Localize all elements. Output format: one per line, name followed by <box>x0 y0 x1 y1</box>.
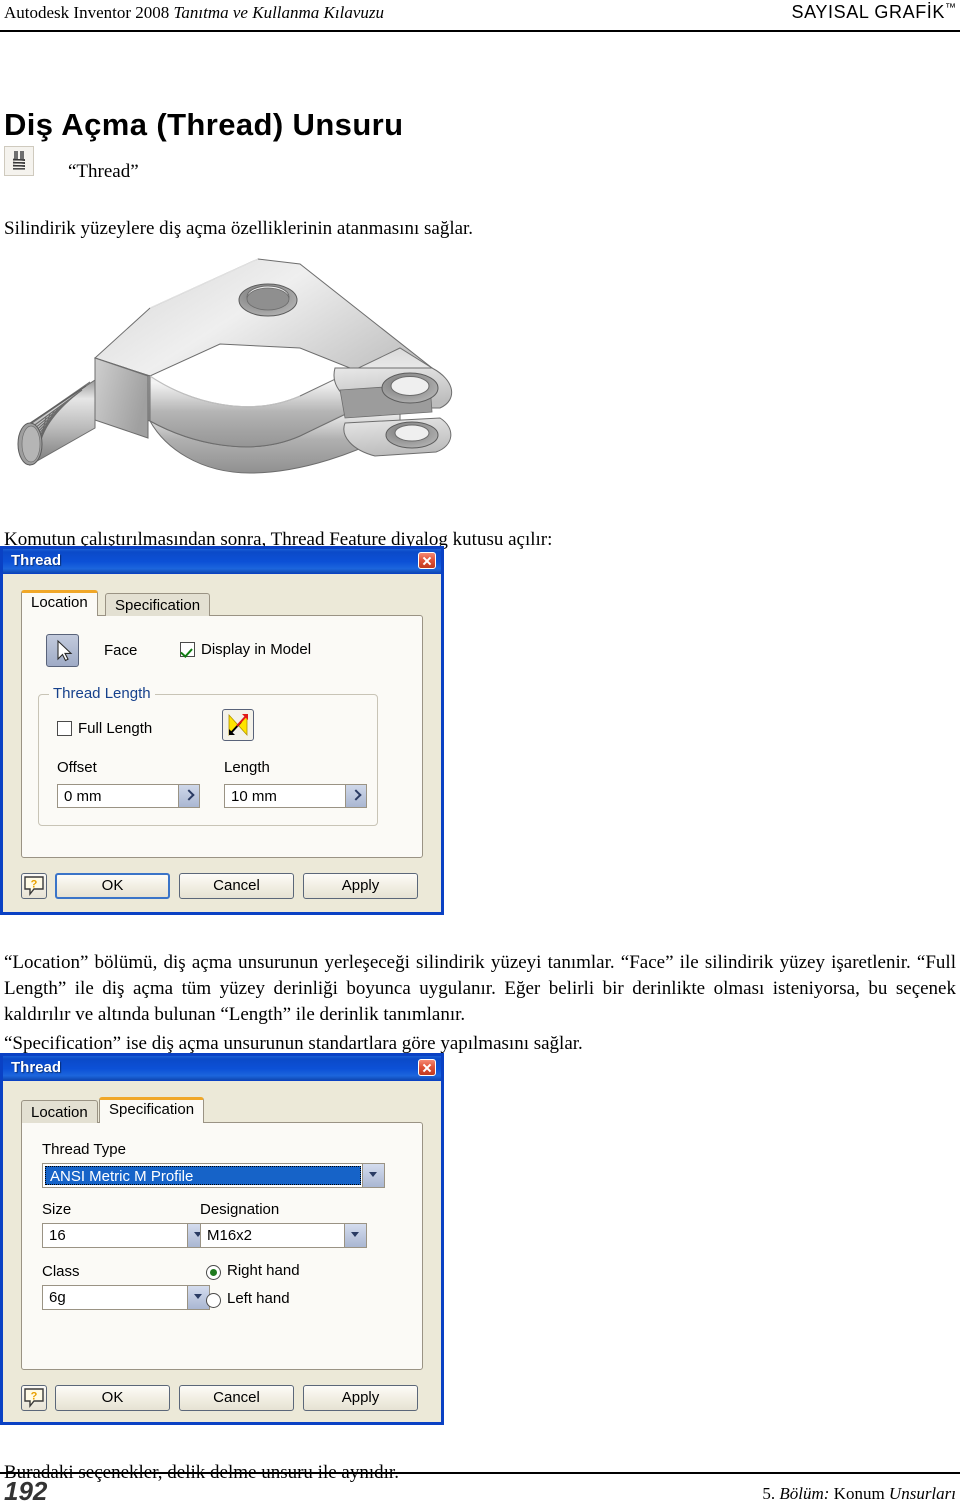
chevron-down-icon[interactable] <box>362 1164 384 1187</box>
designation-combobox[interactable]: M16x2 <box>200 1223 367 1248</box>
chapter-number: 5. <box>762 1484 780 1503</box>
help-button[interactable]: ? <box>21 873 47 899</box>
class-label: Class <box>42 1263 80 1280</box>
thread-tool-glyph <box>5 147 33 175</box>
ok-button[interactable]: OK <box>55 1385 170 1411</box>
help-button[interactable]: ? <box>21 1385 47 1411</box>
close-icon[interactable] <box>418 552 436 569</box>
dialog-title: Thread <box>11 552 62 569</box>
size-value: 16 <box>49 1227 66 1244</box>
length-value: 10 mm <box>231 788 277 805</box>
page-title: Diş Açma (Thread) Unsuru <box>4 106 404 142</box>
tab-location[interactable]: Location <box>21 1100 98 1123</box>
help-question-icon: ? <box>24 876 44 896</box>
length-input[interactable]: 10 mm <box>224 784 367 808</box>
dialog-title: Thread <box>11 1059 62 1076</box>
apply-button[interactable]: Apply <box>303 873 418 899</box>
page-running-header: Autodesk Inventor 2008 Tanıtma ve Kullan… <box>0 0 960 34</box>
thread-type-label: Thread Type <box>42 1141 126 1158</box>
size-label: Size <box>42 1201 72 1218</box>
svg-text:?: ? <box>31 879 38 891</box>
display-in-model-label: Display in Model <box>201 641 312 658</box>
ok-button[interactable]: OK <box>55 873 170 899</box>
full-length-checkbox[interactable] <box>57 721 72 736</box>
offset-value: 0 mm <box>64 788 102 805</box>
header-manual-subtitle: Tanıtma ve Kullanma Kılavuzu <box>173 3 384 22</box>
chapter-word: Bölüm: <box>779 1484 834 1503</box>
cad-model-figure <box>0 228 500 490</box>
left-hand-label: Left hand <box>227 1290 290 1307</box>
offset-label: Offset <box>57 759 97 776</box>
cancel-button[interactable]: Cancel <box>179 873 294 899</box>
dialog-titlebar[interactable]: Thread <box>3 1056 441 1081</box>
trademark-symbol: ™ <box>945 2 956 14</box>
right-hand-radio[interactable] <box>206 1265 221 1280</box>
length-label: Length <box>224 759 270 776</box>
face-label: Face <box>104 642 138 659</box>
dialog-body: Location Specification Face Display in M… <box>3 574 441 912</box>
thread-length-group-title: Thread Length <box>49 685 155 702</box>
tab-panel-specification: Thread Type ANSI Metric M Profile Size 1… <box>21 1122 423 1370</box>
class-value: 6g <box>49 1289 66 1306</box>
thread-type-combobox[interactable]: ANSI Metric M Profile <box>42 1163 385 1188</box>
svg-text:?: ? <box>31 1391 38 1403</box>
close-icon[interactable] <box>418 1059 436 1076</box>
thread-dialog-location: Thread Location Specification Face Displ… <box>0 546 444 915</box>
header-divider-rule <box>0 30 960 32</box>
page-number: 192 <box>4 1476 48 1506</box>
tab-specification[interactable]: Specification <box>105 593 211 616</box>
thread-dialog-specification: Thread Location Specification Thread Typ… <box>0 1053 444 1425</box>
command-name-label: “Thread” <box>68 161 139 182</box>
class-combobox[interactable]: 6g <box>42 1285 210 1310</box>
tab-specification[interactable]: Specification <box>99 1097 205 1123</box>
dialog-body: Location Specification Thread Type ANSI … <box>3 1081 441 1422</box>
thread-type-value: ANSI Metric M Profile <box>50 1168 194 1185</box>
display-in-model-checkbox[interactable] <box>180 642 195 657</box>
header-left-text: Autodesk Inventor 2008 Tanıtma ve Kullan… <box>4 3 384 23</box>
thread-length-groupbox: Thread Length Full Length Offset Length <box>38 685 378 826</box>
flip-direction-icon <box>228 713 248 737</box>
left-hand-radio[interactable] <box>206 1293 221 1308</box>
designation-value: M16x2 <box>207 1227 253 1244</box>
right-hand-label: Right hand <box>227 1262 300 1279</box>
chapter-topic-suffix: Unsurları <box>888 1484 956 1503</box>
thread-tool-icon <box>4 146 34 176</box>
cursor-arrow-icon <box>57 639 73 662</box>
cancel-button[interactable]: Cancel <box>179 1385 294 1411</box>
designation-label: Designation <box>200 1201 280 1218</box>
tab-location[interactable]: Location <box>21 590 98 616</box>
size-combobox[interactable]: 16 <box>42 1223 210 1248</box>
offset-dropdown-arrow-icon[interactable] <box>178 785 199 807</box>
tab-panel-location: Face Display in Model Thread Length Full… <box>21 615 423 858</box>
header-publisher: SAYISAL GRAFİK™ <box>792 2 956 23</box>
full-length-label: Full Length <box>78 720 153 737</box>
dialog-titlebar[interactable]: Thread <box>3 549 441 574</box>
cad-model-illustration <box>17 258 453 474</box>
offset-input[interactable]: 0 mm <box>57 784 200 808</box>
face-select-button[interactable] <box>46 634 79 667</box>
chapter-topic: Konum <box>833 1484 889 1503</box>
header-product-name: Autodesk Inventor 2008 <box>4 3 174 22</box>
footer-divider-rule <box>0 1472 960 1474</box>
chevron-down-icon[interactable] <box>344 1224 366 1247</box>
footer-chapter-label: 5. Bölüm: Konum Unsurları <box>762 1484 956 1504</box>
length-dropdown-arrow-icon[interactable] <box>345 785 366 807</box>
flip-direction-button[interactable] <box>222 709 254 741</box>
location-description-paragraph: “Location” bölümü, diş açma unsurunun ye… <box>4 952 956 1025</box>
help-question-icon: ? <box>24 1388 44 1408</box>
apply-button[interactable]: Apply <box>303 1385 418 1411</box>
header-publisher-name: SAYISAL GRAFİK <box>791 2 945 22</box>
